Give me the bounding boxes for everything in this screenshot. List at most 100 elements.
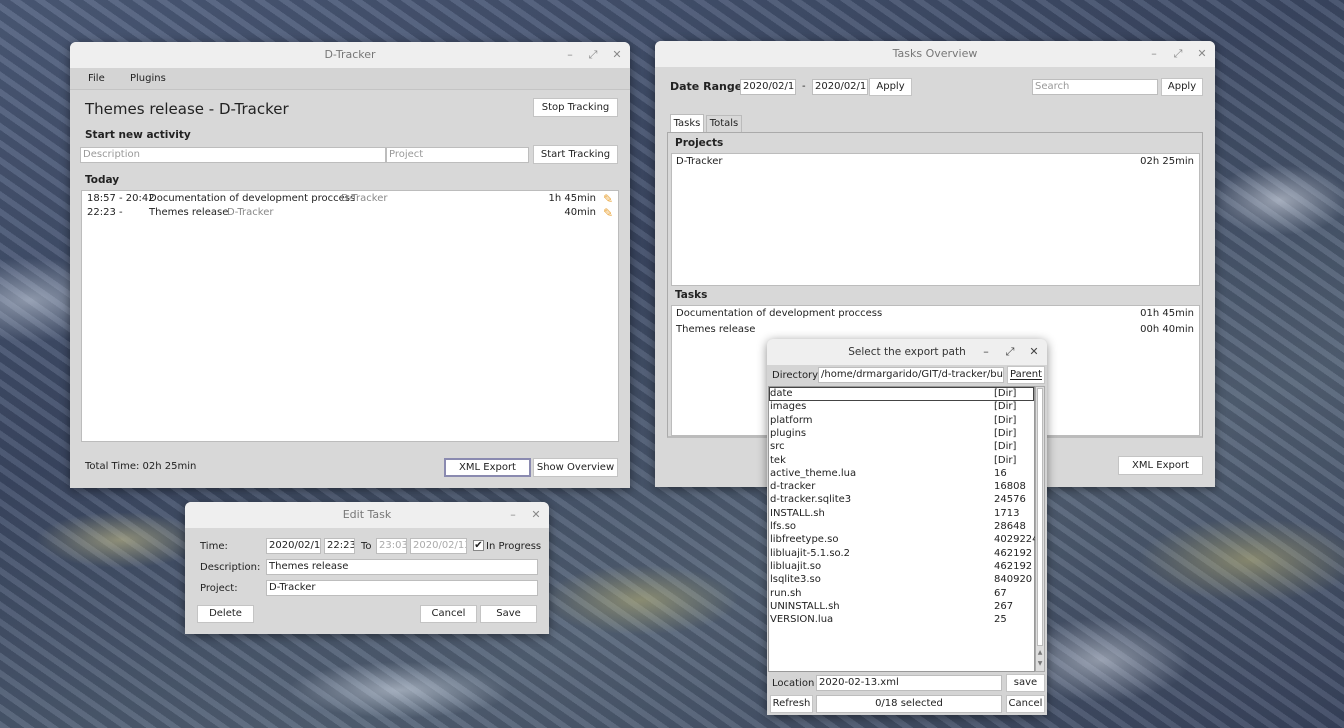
end-date-input[interactable]: 2020/02/13 bbox=[410, 538, 467, 554]
window-title: D-Tracker bbox=[324, 48, 376, 61]
date-range-label: Date Range bbox=[670, 80, 743, 93]
in-progress-checkbox[interactable]: ✔ bbox=[473, 540, 484, 551]
file-row[interactable]: UNINSTALL.sh 267 bbox=[769, 601, 1034, 615]
location-label: Location bbox=[772, 678, 815, 689]
pencil-icon[interactable]: ✎ bbox=[603, 192, 613, 206]
file-row[interactable]: images [Dir] bbox=[769, 401, 1034, 415]
new-activity-heading: Start new activity bbox=[85, 129, 191, 141]
file-row[interactable]: libluajit.so 462192 bbox=[769, 561, 1034, 575]
scrollbar[interactable]: ▲ ▼ bbox=[1035, 386, 1045, 672]
start-date-input[interactable]: 2020/02/13 bbox=[266, 538, 321, 554]
task-duration: 01h 45min bbox=[1140, 308, 1194, 319]
date-separator: - bbox=[802, 81, 806, 92]
list-item[interactable]: 18:57 - 20:42 Documentation of developme… bbox=[82, 192, 618, 206]
date-apply-button[interactable]: Apply bbox=[869, 78, 912, 96]
stop-tracking-button[interactable]: Stop Tracking bbox=[533, 98, 618, 117]
in-progress-label[interactable]: In Progress bbox=[486, 541, 541, 552]
minimize-icon[interactable]: – bbox=[1145, 41, 1163, 67]
scrollbar-thumb[interactable] bbox=[1037, 388, 1043, 646]
minimize-icon[interactable]: – bbox=[504, 502, 522, 528]
titlebar[interactable]: D-Tracker – ⤢ ✕ bbox=[70, 42, 630, 68]
maximize-icon[interactable]: ⤢ bbox=[1169, 41, 1187, 67]
save-button[interactable]: save bbox=[1006, 674, 1045, 692]
search-input[interactable]: Search bbox=[1032, 79, 1158, 95]
file-size: [Dir] bbox=[994, 454, 1017, 466]
maximize-icon[interactable]: ⤢ bbox=[584, 42, 602, 68]
file-row[interactable]: d-tracker.sqlite3 24576 bbox=[769, 494, 1034, 508]
file-row[interactable]: date [Dir] bbox=[769, 388, 1034, 402]
end-time-input[interactable]: 23:03 bbox=[376, 538, 407, 554]
list-item[interactable]: D-Tracker 02h 25min bbox=[672, 155, 1199, 169]
date-from-input[interactable]: 2020/02/13 bbox=[740, 79, 796, 95]
minimize-icon[interactable]: – bbox=[561, 42, 579, 68]
page-title: Themes release - D-Tracker bbox=[85, 100, 289, 118]
file-row[interactable]: INSTALL.sh 1713 bbox=[769, 508, 1034, 522]
directory-input[interactable]: /home/drmargarido/GIT/d-tracker/build bbox=[818, 367, 1004, 383]
file-row[interactable]: active_theme.lua 16 bbox=[769, 468, 1034, 482]
close-icon[interactable]: ✕ bbox=[608, 42, 626, 68]
refresh-button[interactable]: Refresh bbox=[770, 695, 813, 713]
description-input[interactable]: Description bbox=[80, 147, 386, 163]
file-size: [Dir] bbox=[994, 427, 1017, 439]
minimize-icon[interactable]: – bbox=[977, 339, 995, 365]
cancel-button[interactable]: Cancel bbox=[420, 605, 477, 623]
close-icon[interactable]: ✕ bbox=[1193, 41, 1211, 67]
scroll-up-icon[interactable]: ▲ bbox=[1036, 649, 1044, 656]
maximize-icon[interactable]: ⤢ bbox=[1001, 339, 1019, 365]
titlebar[interactable]: Tasks Overview – ⤢ ✕ bbox=[655, 41, 1215, 67]
titlebar[interactable]: Edit Task – ✕ bbox=[185, 502, 549, 528]
file-size: 16808 bbox=[994, 481, 1026, 493]
file-row[interactable]: tek [Dir] bbox=[769, 455, 1034, 469]
file-row[interactable]: d-tracker 16808 bbox=[769, 481, 1034, 495]
tab-tasks[interactable]: Tasks bbox=[670, 114, 704, 132]
file-row[interactable]: lsqlite3.so 840920 bbox=[769, 574, 1034, 588]
file-row[interactable]: libfreetype.so 4029224 bbox=[769, 534, 1039, 548]
parent-button[interactable]: Parent bbox=[1007, 366, 1045, 384]
project-name: D-Tracker bbox=[676, 156, 723, 167]
file-size: 267 bbox=[994, 600, 1014, 612]
file-row[interactable]: src [Dir] bbox=[769, 441, 1034, 455]
project-duration: 02h 25min bbox=[1140, 156, 1194, 167]
file-row[interactable]: VERSION.lua 25 bbox=[769, 614, 1034, 628]
titlebar[interactable]: Select the export path – ⤢ ✕ bbox=[767, 339, 1047, 365]
save-button[interactable]: Save bbox=[480, 605, 537, 623]
list-item[interactable]: 22:23 - Themes release D-Tracker 40min ✎ bbox=[82, 206, 618, 220]
menu-plugins[interactable]: Plugins bbox=[130, 73, 166, 84]
delete-button[interactable]: Delete bbox=[197, 605, 254, 623]
list-item[interactable]: Documentation of development proccess 01… bbox=[672, 307, 1199, 321]
entry-time: 18:57 - 20:42 bbox=[87, 193, 155, 204]
close-icon[interactable]: ✕ bbox=[1025, 339, 1043, 365]
list-item[interactable]: Themes release 00h 40min bbox=[672, 323, 1199, 337]
show-overview-button[interactable]: Show Overview bbox=[533, 458, 618, 477]
scroll-down-icon[interactable]: ▼ bbox=[1036, 660, 1044, 667]
file-row[interactable]: libluajit-5.1.so.2 462192 bbox=[769, 548, 1034, 562]
file-row[interactable]: run.sh 67 bbox=[769, 588, 1034, 602]
tab-totals[interactable]: Totals bbox=[706, 115, 742, 132]
file-row[interactable]: lfs.so 28648 bbox=[769, 521, 1034, 535]
file-size: [Dir] bbox=[994, 388, 1017, 399]
file-list[interactable]: date [Dir] images [Dir] platform [Dir] plugins… bbox=[768, 386, 1039, 672]
description-field[interactable]: Themes release bbox=[266, 559, 538, 575]
cancel-button[interactable]: Cancel bbox=[1006, 695, 1045, 713]
menu-file[interactable]: File bbox=[88, 73, 105, 84]
xml-export-button[interactable]: XML Export bbox=[444, 458, 531, 477]
location-input[interactable]: 2020-02-13.xml bbox=[816, 675, 1002, 691]
pencil-icon[interactable]: ✎ bbox=[603, 206, 613, 220]
date-to-input[interactable]: 2020/02/13 bbox=[812, 79, 868, 95]
entry-duration: 40min bbox=[564, 207, 596, 218]
task-name: Themes release bbox=[676, 324, 756, 335]
file-name: lfs.so bbox=[770, 521, 797, 532]
project-input[interactable]: Project bbox=[386, 147, 529, 163]
project-field[interactable]: D-Tracker bbox=[266, 580, 538, 596]
parent-button-label: Parent bbox=[1009, 369, 1042, 380]
start-time-input[interactable]: 22:23 bbox=[324, 538, 355, 554]
file-row[interactable]: plugins [Dir] bbox=[769, 428, 1034, 442]
file-name: run.sh bbox=[770, 587, 802, 599]
entry-project: D-Tracker bbox=[227, 207, 274, 218]
close-icon[interactable]: ✕ bbox=[527, 502, 545, 528]
tab-tasks-label: Tasks bbox=[673, 118, 701, 129]
search-apply-button[interactable]: Apply bbox=[1161, 78, 1203, 96]
file-row[interactable]: platform [Dir] bbox=[769, 415, 1034, 429]
overview-xml-export-button[interactable]: XML Export bbox=[1118, 456, 1203, 475]
start-tracking-button[interactable]: Start Tracking bbox=[533, 145, 618, 164]
